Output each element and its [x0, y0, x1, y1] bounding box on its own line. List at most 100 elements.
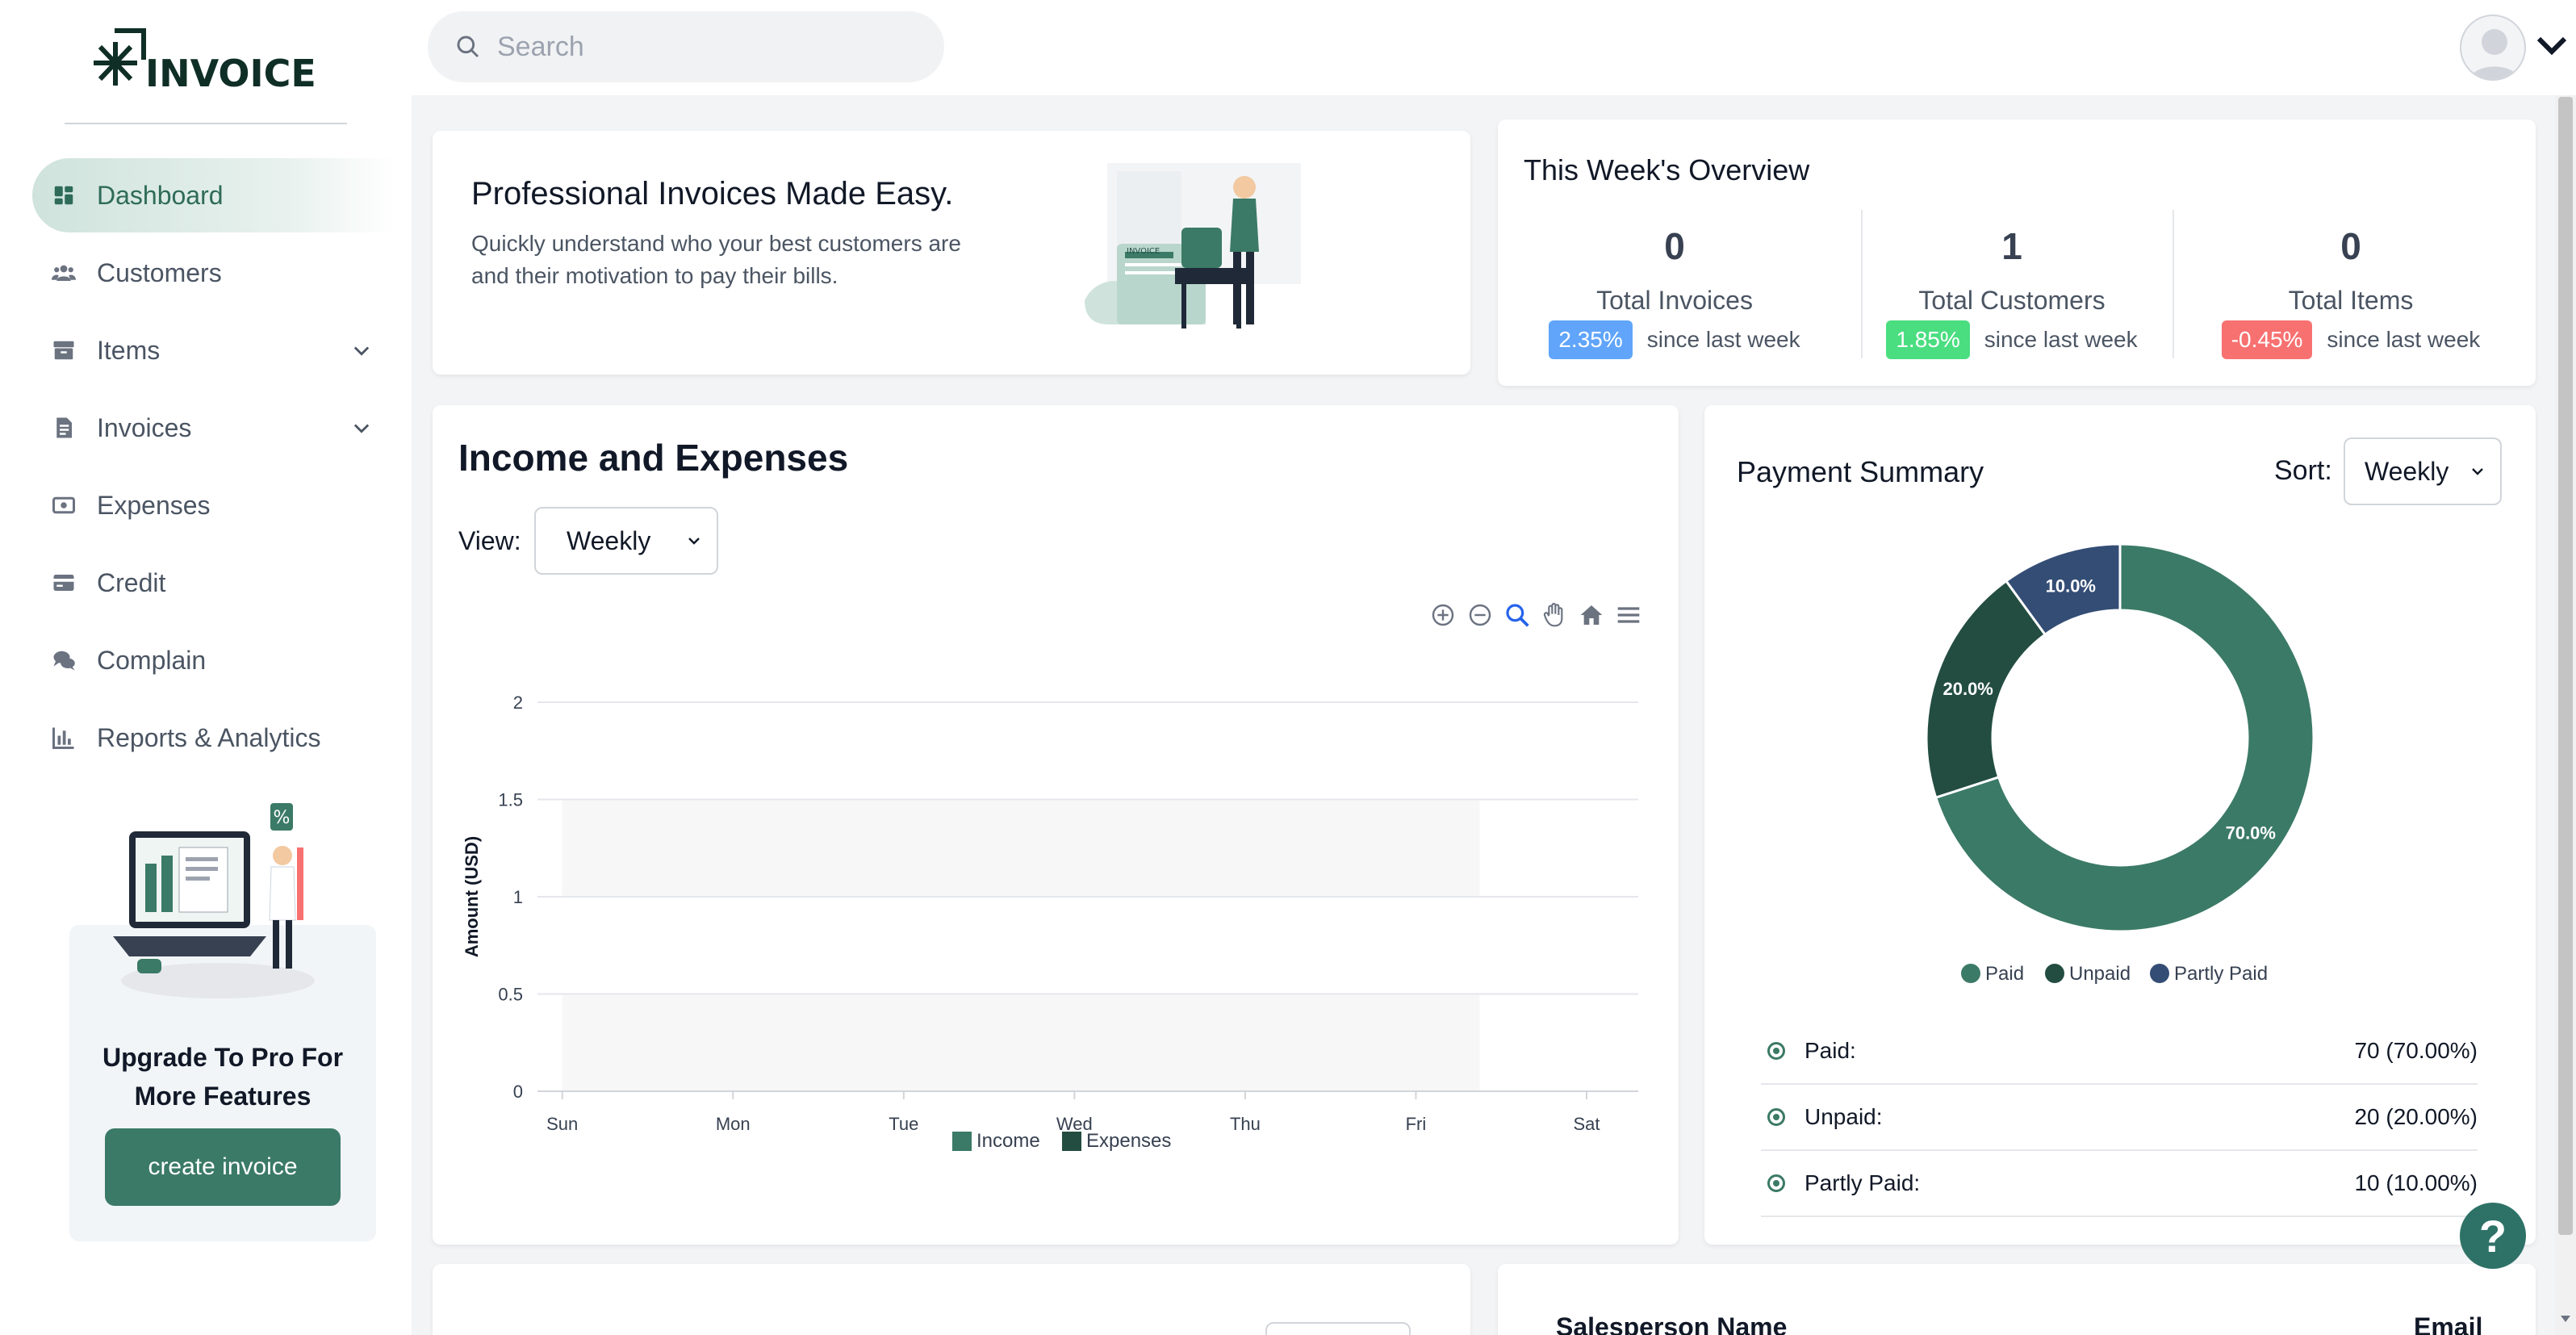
chevron-down-icon [353, 346, 370, 356]
y-tick-label: 1 [513, 887, 523, 907]
grid-band [562, 994, 1480, 1091]
sidebar-item-expenses[interactable]: Expenses [32, 468, 395, 542]
sidebar-item-label: Complain [97, 645, 207, 675]
radio-dot-icon [1767, 1042, 1785, 1060]
credit-card-icon [50, 569, 77, 596]
hero-title: Professional Invoices Made Easy. [471, 176, 954, 211]
column-header-email: Email [2414, 1312, 2483, 1335]
stat-value: 1 [2001, 225, 2022, 267]
chart-toolbar [1430, 602, 1641, 628]
donut-data-label: 10.0% [2046, 576, 2096, 596]
zoom-in-icon[interactable] [1430, 602, 1456, 628]
stat-value: 0 [1664, 225, 1685, 267]
x-tick-label: Mon [716, 1114, 751, 1134]
logo-mark-icon [94, 28, 146, 86]
avatar[interactable] [2460, 15, 2526, 81]
logo[interactable]: INVOICE [90, 27, 316, 92]
sidebar-item-label: Items [97, 335, 161, 365]
y-tick-label: 1.5 [498, 790, 523, 810]
sidebar-item-dashboard[interactable]: Dashboard [32, 158, 395, 232]
payment-value: 20 (20.00%) [2354, 1104, 2478, 1129]
sidebar-nav: Dashboard Customers Items Invoices Expen… [32, 158, 395, 778]
scroll-down-arrow-icon[interactable] [2558, 1311, 2573, 1327]
list-item: Unpaid: 20 (20.00%) [1761, 1085, 2478, 1151]
stat-label: Total Customers [1918, 286, 2106, 315]
sort-select[interactable]: Weekly [2344, 437, 2502, 505]
view-select[interactable]: Weekly [534, 507, 718, 575]
payment-list: Paid: 70 (70.00%) Unpaid: 20 (20.00%) Pa… [1761, 1019, 2478, 1217]
stat-total-items: 0 Total Items -0.45% since last week [2193, 208, 2508, 362]
y-tick-label: 0.5 [498, 985, 523, 1005]
payment-label: Paid: [1804, 1038, 1856, 1063]
home-reset-icon[interactable] [1579, 602, 1604, 628]
change-badge: -0.45% [2221, 320, 2313, 359]
sidebar-item-complain[interactable]: Complain [32, 623, 395, 697]
legend-label: Income [976, 1130, 1040, 1152]
chart-bar-icon [50, 724, 77, 751]
upgrade-title: Upgrade To Pro For More Features [102, 1043, 344, 1111]
legend-swatch [1062, 1132, 1081, 1151]
income-title: Income and Expenses [458, 437, 849, 479]
dashboard-icon [50, 182, 77, 209]
legend-swatch [952, 1132, 972, 1151]
search-input[interactable] [497, 31, 917, 63]
list-item: Paid: 70 (70.00%) [1761, 1019, 2478, 1085]
create-invoice-button[interactable]: create invoice [105, 1128, 341, 1206]
menu-icon[interactable] [1616, 602, 1641, 628]
stat-label: Total Invoices [1596, 286, 1753, 315]
topbar [412, 0, 2576, 95]
logo-text: INVOICE [145, 52, 316, 95]
sort-select-value: Weekly [2365, 456, 2449, 486]
y-tick-label: 2 [513, 693, 523, 713]
payment-value: 10 (10.00%) [2354, 1170, 2478, 1195]
since-text: since last week [1646, 327, 1800, 352]
y-axis-label: Amount (USD) [462, 836, 482, 957]
sidebar-item-credit[interactable]: Credit [32, 546, 395, 620]
stat-label: Total Items [2288, 286, 2414, 315]
since-text: since last week [1984, 327, 2138, 352]
donut-data-label: 70.0% [2226, 823, 2276, 843]
chevron-down-icon[interactable] [2534, 31, 2570, 63]
sidebar-item-reports[interactable]: Reports & Analytics [32, 701, 395, 775]
payment-donut-chart: 70.0% 20.0% 10.0% Paid Unpaid Partly Paid [1925, 542, 2315, 985]
since-text: since last week [2327, 327, 2481, 352]
sidebar-item-label: Dashboard [97, 180, 224, 210]
comments-icon [50, 647, 77, 674]
box-icon [50, 337, 77, 364]
legend-label: Partly Paid [2174, 963, 2268, 985]
sidebar-item-invoices[interactable]: Invoices [32, 391, 395, 465]
divider [65, 123, 347, 124]
bottom-select[interactable] [1265, 1322, 1411, 1335]
view-select-value: Weekly [567, 525, 651, 555]
search-bar[interactable] [428, 11, 944, 82]
scrollbar-thumb[interactable] [2558, 97, 2573, 1235]
hero-illustration: INVOICE [1085, 163, 1301, 329]
view-label: View: [458, 526, 521, 555]
divider [2172, 210, 2174, 358]
zoom-out-icon[interactable] [1467, 602, 1493, 628]
bottom-left-card [433, 1264, 1470, 1335]
sidebar-item-label: Invoices [97, 412, 192, 442]
help-button[interactable]: ? [2460, 1203, 2526, 1269]
x-tick-label: Thu [1230, 1114, 1261, 1134]
pan-hand-icon[interactable] [1541, 602, 1567, 628]
sidebar-item-items[interactable]: Items [32, 313, 395, 387]
file-invoice-icon [50, 414, 77, 442]
sidebar-item-customers[interactable]: Customers [32, 236, 395, 310]
change-badge: 2.35% [1549, 320, 1633, 359]
radio-dot-icon [1767, 1108, 1785, 1126]
income-expenses-card: Income and Expenses View: Weekly 0 0.5 1 1.… [433, 405, 1679, 1245]
hero-subtitle: Quickly understand who your best custome… [471, 231, 961, 288]
chevron-down-icon [2472, 468, 2483, 475]
sidebar: INVOICE Dashboard Customers Items Invoic… [0, 0, 412, 1335]
users-icon [50, 259, 77, 287]
y-tick-label: 0 [513, 1082, 523, 1102]
hero-card: Professional Invoices Made Easy. Quickly… [433, 131, 1470, 375]
legend-marker [2045, 964, 2064, 983]
sidebar-item-label: Expenses [97, 490, 211, 520]
zoom-select-icon[interactable] [1504, 602, 1530, 628]
sidebar-item-label: Credit [97, 567, 166, 597]
x-tick-label: Fri [1406, 1114, 1427, 1134]
legend-label: Unpaid [2069, 963, 2131, 985]
income-expenses-chart: 00.511.52Sun Mon Tue Wed Thu Fri SatAmount (US… [462, 693, 1638, 1152]
